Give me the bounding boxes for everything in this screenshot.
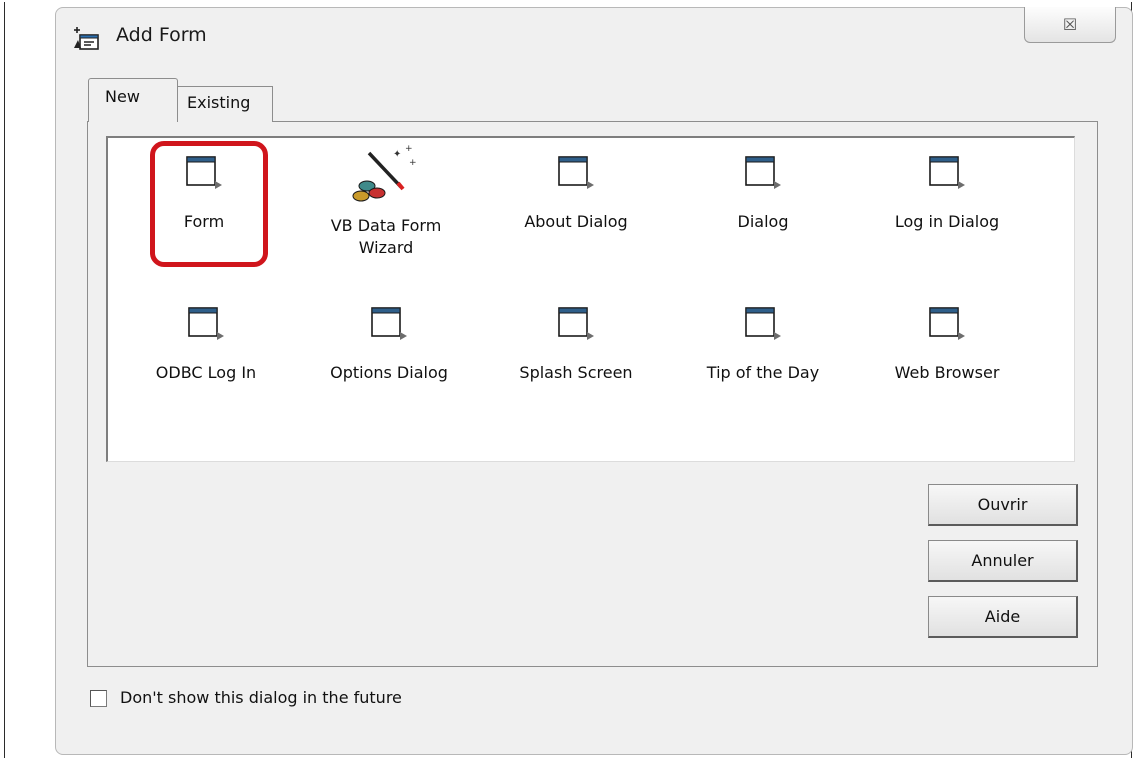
template-label: Form <box>183 212 225 231</box>
open-button[interactable]: Ouvrir <box>928 484 1078 526</box>
cancel-button-label: Annuler <box>971 551 1034 570</box>
dont-show-checkbox[interactable] <box>90 690 107 707</box>
tab-existing-label: Existing <box>187 93 251 112</box>
help-button[interactable]: Aide <box>928 596 1078 638</box>
template-label: ODBC Log In <box>155 363 257 382</box>
form-icon <box>929 307 965 340</box>
form-icon <box>929 156 965 189</box>
template-item-log-in-dialog[interactable]: Log in Dialog <box>862 151 1032 233</box>
template-label: About Dialog <box>524 212 628 231</box>
form-icon <box>745 156 781 189</box>
template-label: Splash Screen <box>519 363 633 382</box>
add-form-app-icon <box>74 27 99 50</box>
dialog-title: Add Form <box>116 24 207 46</box>
template-item-tip-of-the-day[interactable]: Tip of the Day <box>678 302 848 384</box>
template-item-vb-data-form-wizard[interactable]: ✦ + + VB Data Form Wizard <box>301 143 471 259</box>
form-icon <box>188 307 224 340</box>
cancel-button[interactable]: Annuler <box>928 540 1078 582</box>
dont-show-checkbox-label[interactable]: Don't show this dialog in the future <box>120 688 402 707</box>
form-icon <box>186 156 222 189</box>
template-label: Web Browser <box>894 363 1000 382</box>
help-button-label: Aide <box>984 607 1021 626</box>
form-icon <box>558 307 594 340</box>
template-label: VB Data Form Wizard <box>330 216 442 257</box>
svg-text:✦: ✦ <box>393 149 401 160</box>
template-item-form[interactable]: Form <box>119 151 289 233</box>
template-label: Dialog <box>737 212 789 231</box>
svg-text:+: + <box>405 144 413 154</box>
template-label: Log in Dialog <box>894 212 1000 231</box>
template-item-splash-screen[interactable]: Splash Screen <box>491 302 661 384</box>
template-item-options-dialog[interactable]: Options Dialog <box>304 302 474 384</box>
template-label: Options Dialog <box>330 363 448 382</box>
template-item-about-dialog[interactable]: About Dialog <box>491 151 661 233</box>
form-icon <box>371 307 407 340</box>
magic-wand-icon: ✦ + + <box>352 144 417 202</box>
template-item-odbc-log-in[interactable]: ODBC Log In <box>121 302 291 384</box>
template-label: Tip of the Day <box>706 363 820 382</box>
open-button-label: Ouvrir <box>977 495 1028 514</box>
tab-existing[interactable]: Existing <box>176 86 273 122</box>
tab-new-label: New <box>105 87 140 106</box>
tab-new[interactable]: New <box>88 78 178 122</box>
svg-text:+: + <box>409 158 417 168</box>
template-item-web-browser[interactable]: Web Browser <box>862 302 1032 384</box>
form-icon <box>745 307 781 340</box>
close-icon: ☒ <box>1062 15 1078 34</box>
form-icon <box>558 156 594 189</box>
close-button[interactable]: ☒ <box>1024 7 1116 43</box>
template-item-dialog[interactable]: Dialog <box>678 151 848 233</box>
